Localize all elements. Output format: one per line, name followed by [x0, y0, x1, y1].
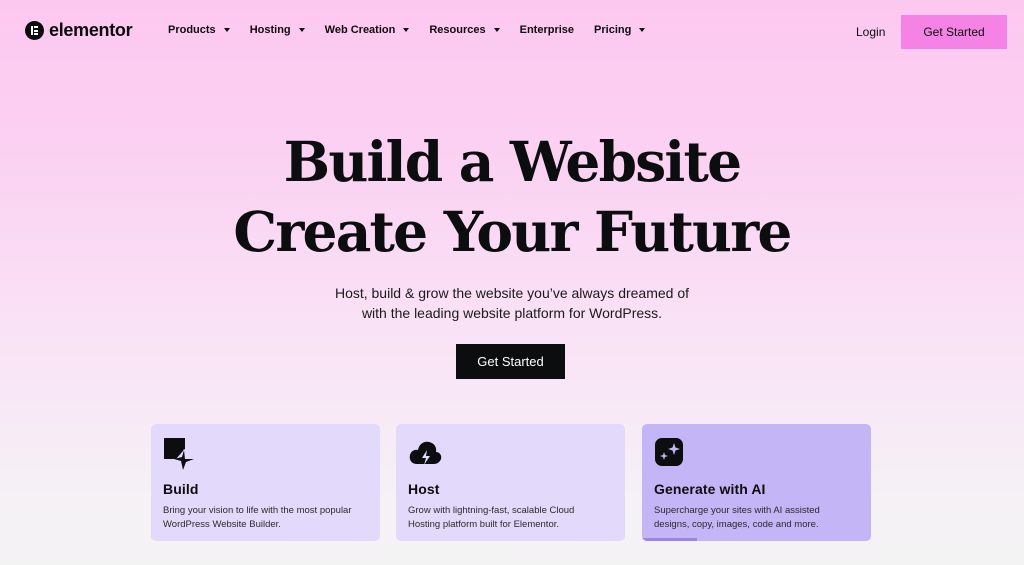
nav-item-label: Pricing — [594, 24, 632, 36]
card-description-line-2: WordPress Website Builder. — [163, 519, 281, 530]
get-started-nav-button[interactable]: Get Started — [901, 15, 1007, 49]
hero-title: Build a Website Create Your Future — [0, 127, 1024, 267]
cursor-square-icon — [164, 438, 194, 470]
card-description-line-2: designs, copy, images, code and more. — [654, 519, 819, 530]
hero-subtitle-line-2: with the leading website platform for Wo… — [361, 305, 663, 321]
chevron-down-icon — [298, 28, 305, 32]
card-progress-bar — [642, 538, 697, 541]
nav-item-resources[interactable]: Resources — [429, 24, 500, 36]
card-title: Host — [408, 481, 440, 497]
login-link[interactable]: Login — [856, 25, 885, 39]
hero-title-line-1: Build a Website — [283, 129, 742, 194]
nav-item-enterprise[interactable]: Enterprise — [520, 24, 574, 36]
hero-subtitle: Host, build & grow the website you’ve al… — [0, 283, 1024, 323]
chevron-down-icon — [403, 28, 410, 32]
nav-item-label: Hosting — [249, 24, 291, 36]
hero-title-line-2: Create Your Future — [233, 199, 792, 264]
card-description-line-1: Bring your vision to life with the most … — [163, 505, 352, 516]
elementor-logo-icon — [25, 21, 44, 40]
card-title: Build — [163, 481, 199, 497]
feature-card-generate-ai[interactable]: Generate with AI Supercharge your sites … — [642, 424, 871, 541]
hero-subtitle-line-1: Host, build & grow the website you’ve al… — [334, 285, 690, 301]
nav-item-hosting[interactable]: Hosting — [250, 24, 305, 36]
nav-item-label: Products — [168, 24, 216, 36]
card-description: Supercharge your sites with AI assisted … — [654, 504, 859, 532]
main-menu: Products Hosting Web Creation Resources … — [168, 24, 665, 36]
feature-card-build[interactable]: Build Bring your vision to life with the… — [151, 424, 380, 541]
feature-card-host[interactable]: Host Grow with lightning-fast, scalable … — [396, 424, 625, 541]
nav-item-label: Web Creation — [324, 24, 396, 36]
card-description-line-1: Grow with lightning-fast, scalable Cloud — [408, 505, 575, 516]
elementor-logo[interactable]: elementor — [25, 20, 133, 41]
nav-item-pricing[interactable]: Pricing — [594, 24, 646, 36]
top-navigation: elementor Products Hosting Web Creation … — [0, 0, 1024, 64]
chevron-down-icon — [223, 28, 230, 32]
card-title: Generate with AI — [654, 481, 766, 497]
nav-item-products[interactable]: Products — [168, 24, 230, 36]
card-description: Bring your vision to life with the most … — [163, 504, 368, 532]
ai-sparkle-icon — [655, 438, 683, 466]
card-description-line-2: Hosting platform built for Elementor. — [408, 519, 560, 530]
nav-item-label: Resources — [429, 24, 486, 36]
card-description: Grow with lightning-fast, scalable Cloud… — [408, 504, 613, 532]
logo-text: elementor — [49, 20, 133, 40]
nav-item-label: Enterprise — [519, 24, 575, 36]
cloud-bolt-icon — [409, 441, 442, 465]
nav-item-web-creation[interactable]: Web Creation — [325, 24, 410, 36]
chevron-down-icon — [639, 28, 646, 32]
chevron-down-icon — [493, 28, 500, 32]
card-description-line-1: Supercharge your sites with AI assisted — [654, 505, 820, 516]
get-started-hero-button[interactable]: Get Started — [456, 344, 565, 379]
